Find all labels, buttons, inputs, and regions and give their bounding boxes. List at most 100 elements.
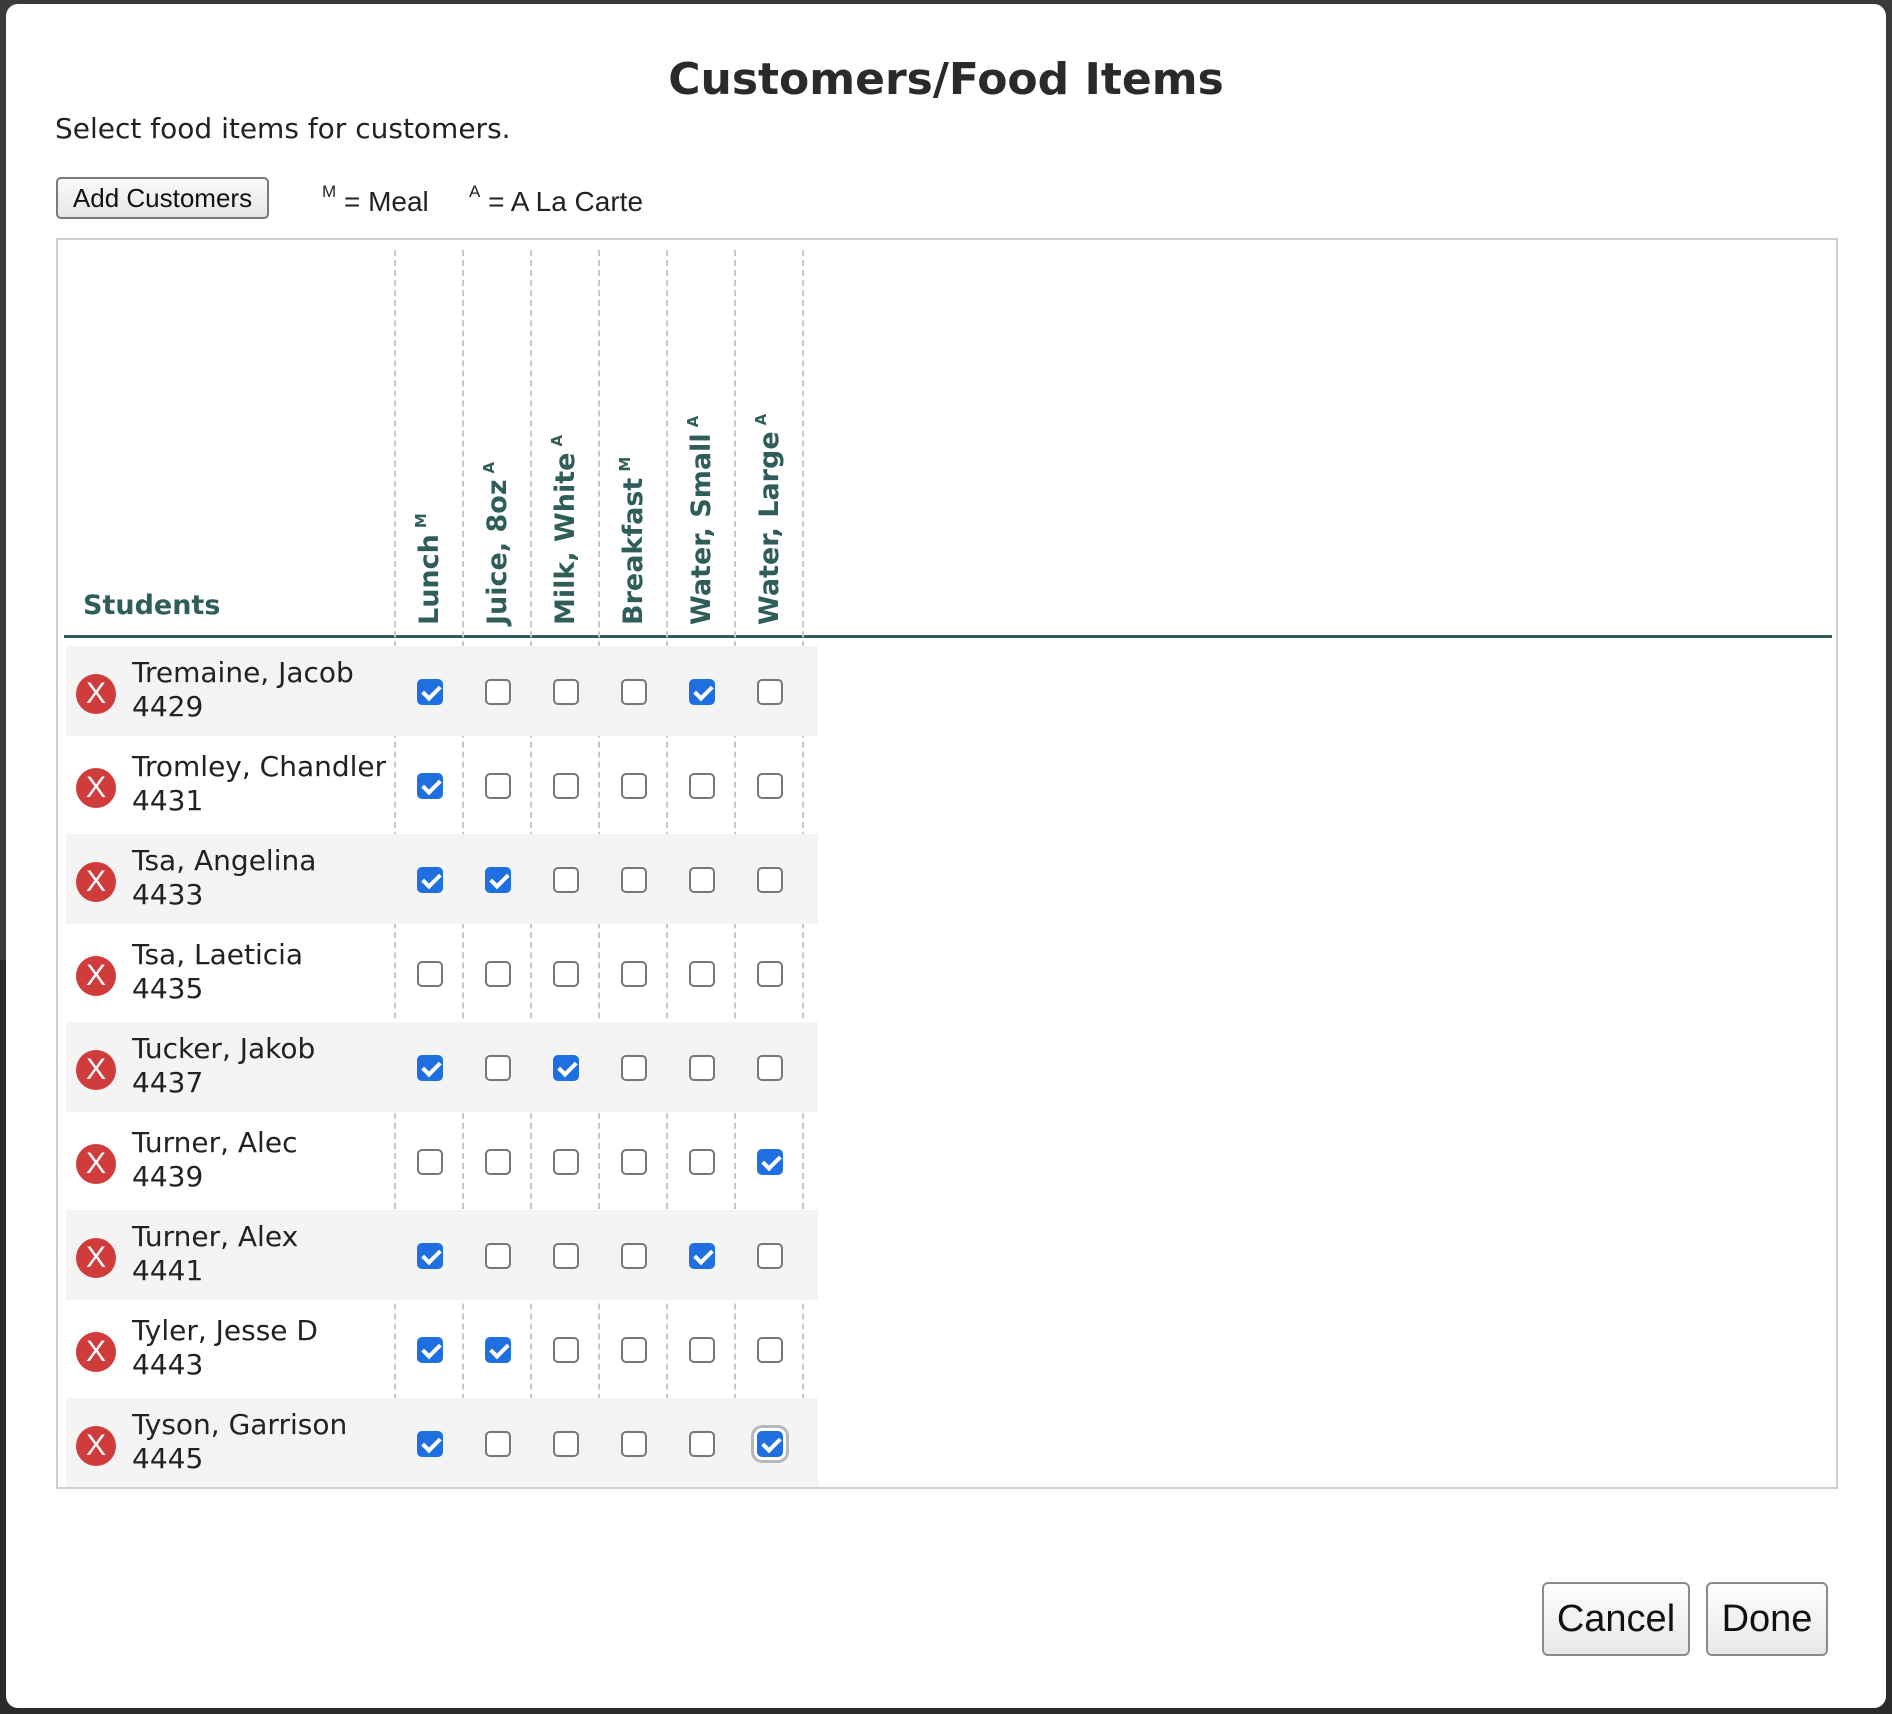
checkbox-juice-8oz[interactable] [485,1431,511,1457]
column-header-label: Milk, White A [548,435,581,625]
checkbox-water-large[interactable] [757,961,783,987]
checkbox-juice-8oz[interactable] [485,961,511,987]
checkbox-water-small[interactable] [689,1149,715,1175]
table-row: X Tsa, Laeticia 4435 [66,928,818,1018]
checkbox-water-small[interactable] [689,961,715,987]
checkbox-water-large[interactable] [757,1337,783,1363]
checkbox-juice-8oz[interactable] [485,867,511,893]
column-header-label: Lunch M [412,513,445,625]
remove-customer-icon[interactable]: X [76,1144,116,1184]
checkbox-breakfast[interactable] [621,679,647,705]
column-header-water-small: Water, Small A [666,250,732,630]
checkbox-breakfast[interactable] [621,1149,647,1175]
column-header-breakfast: Breakfast M [598,250,664,630]
checkbox-milk-white[interactable] [553,1243,579,1269]
legend-a-la-carte: A = A La Carte [469,182,643,218]
checkbox-juice-8oz[interactable] [485,679,511,705]
checkbox-breakfast[interactable] [621,1337,647,1363]
checkbox-juice-8oz[interactable] [485,1055,511,1081]
student-id: 4435 [132,972,204,1005]
students-column-header: Students [83,590,221,621]
dialog-subtitle: Select food items for customers. [55,112,511,145]
student-id: 4441 [132,1254,204,1287]
checkbox-juice-8oz[interactable] [485,773,511,799]
student-id: 4445 [132,1442,204,1475]
checkbox-water-large[interactable] [757,679,783,705]
remove-customer-icon[interactable]: X [76,1050,116,1090]
checkbox-water-small[interactable] [689,1431,715,1457]
checkbox-water-small[interactable] [689,867,715,893]
checkbox-water-large[interactable] [757,1149,783,1175]
checkbox-juice-8oz[interactable] [485,1149,511,1175]
checkbox-breakfast[interactable] [621,1243,647,1269]
student-name: Tyson, Garrison [132,1408,348,1441]
column-header-marker: M [616,456,634,472]
student-name: Turner, Alex [132,1220,299,1253]
checkbox-lunch[interactable] [417,1149,443,1175]
checkbox-water-small[interactable] [689,1337,715,1363]
checkbox-juice-8oz[interactable] [485,1243,511,1269]
checkbox-lunch[interactable] [417,1337,443,1363]
checkbox-water-large[interactable] [757,1055,783,1081]
checkbox-breakfast[interactable] [621,867,647,893]
column-header-label: Breakfast M [616,457,649,625]
checkbox-breakfast[interactable] [621,1431,647,1457]
column-header-marker: A [684,415,702,428]
checkbox-milk-white[interactable] [553,1055,579,1081]
checkbox-milk-white[interactable] [553,1149,579,1175]
column-header-text: Lunch [414,534,445,625]
checkbox-lunch[interactable] [417,1431,443,1457]
checkbox-milk-white[interactable] [553,867,579,893]
done-button[interactable]: Done [1706,1582,1828,1656]
checkbox-lunch[interactable] [417,1055,443,1081]
remove-customer-icon[interactable]: X [76,1426,116,1466]
checkbox-water-small[interactable] [689,679,715,705]
checkbox-juice-8oz[interactable] [485,1337,511,1363]
column-header-marker: A [752,413,770,426]
checkbox-breakfast[interactable] [621,1055,647,1081]
checkbox-lunch[interactable] [417,1243,443,1269]
student-id: 4429 [132,690,204,723]
checkbox-milk-white[interactable] [553,961,579,987]
table-row: X Tyler, Jesse D 4443 [66,1304,818,1394]
table-row: X Tucker, Jakob 4437 [66,1022,818,1112]
checkbox-water-large[interactable] [757,1431,783,1457]
remove-customer-icon[interactable]: X [76,1332,116,1372]
checkbox-milk-white[interactable] [553,1431,579,1457]
table-row: X Turner, Alex 4441 [66,1210,818,1300]
checkbox-water-large[interactable] [757,1243,783,1269]
checkbox-breakfast[interactable] [621,961,647,987]
checkbox-water-large[interactable] [757,867,783,893]
add-customers-button[interactable]: Add Customers [56,177,269,219]
checkbox-lunch[interactable] [417,867,443,893]
student-id: 4443 [132,1348,204,1381]
column-header-text: Water, Small [686,433,717,625]
checkbox-milk-white[interactable] [553,1337,579,1363]
checkbox-breakfast[interactable] [621,773,647,799]
remove-customer-icon[interactable]: X [76,862,116,902]
student-id: 4437 [132,1066,204,1099]
checkbox-water-small[interactable] [689,773,715,799]
student-id: 4439 [132,1160,204,1193]
checkbox-lunch[interactable] [417,961,443,987]
checkbox-water-small[interactable] [689,1243,715,1269]
remove-customer-icon[interactable]: X [76,674,116,714]
student-name: Tremaine, Jacob [132,656,354,689]
column-header-marker: A [480,461,498,474]
cancel-button[interactable]: Cancel [1542,1582,1690,1656]
checkbox-lunch[interactable] [417,679,443,705]
table-row: X Tremaine, Jacob 4429 [66,646,818,736]
student-name: Tsa, Laeticia [132,938,304,971]
legend-meal: M = Meal [322,182,429,218]
column-header-text: Milk, White [550,452,581,625]
remove-customer-icon[interactable]: X [76,1238,116,1278]
remove-customer-icon[interactable]: X [76,956,116,996]
student-name: Tsa, Angelina [132,844,317,877]
checkbox-milk-white[interactable] [553,773,579,799]
checkbox-lunch[interactable] [417,773,443,799]
remove-customer-icon[interactable]: X [76,768,116,808]
checkbox-water-small[interactable] [689,1055,715,1081]
checkbox-water-large[interactable] [757,773,783,799]
student-name: Tromley, Chandler [132,750,387,783]
checkbox-milk-white[interactable] [553,679,579,705]
